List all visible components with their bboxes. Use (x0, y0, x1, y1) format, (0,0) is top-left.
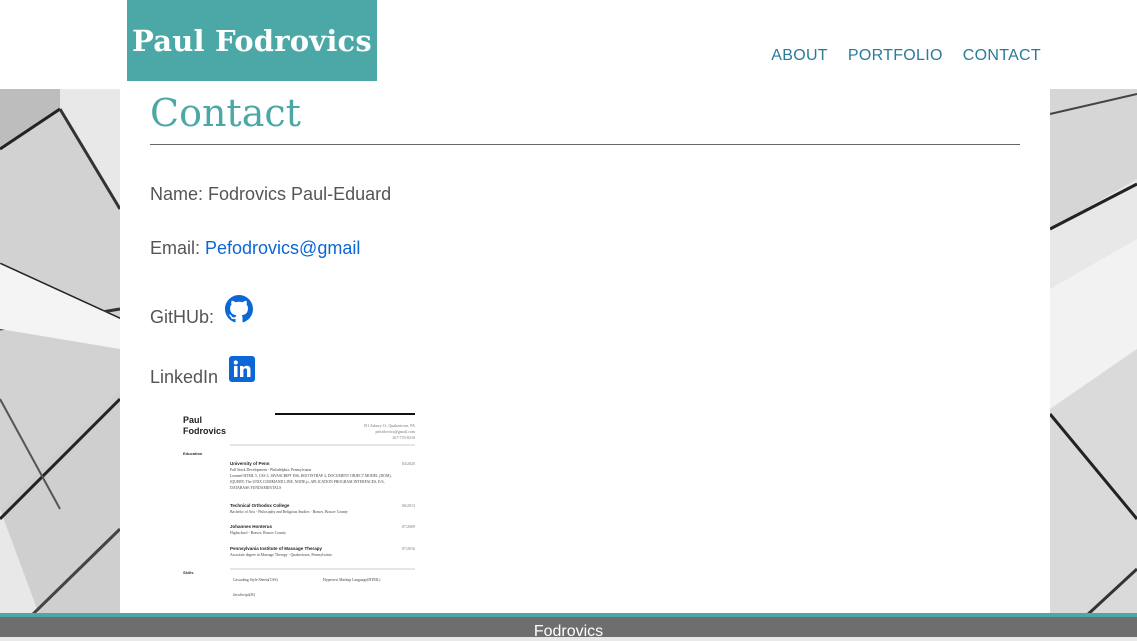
resume-skills-label: Skills (183, 570, 194, 575)
resume-date: 06/2013 (402, 503, 415, 508)
resume-skill: Hypertext Markup Language(HTML) (323, 578, 381, 582)
site-logo[interactable]: Paul Fodrovics (127, 0, 377, 81)
resume-date: 04/2020 (402, 461, 415, 466)
resume-name-last: Fodrovics (183, 426, 226, 436)
name-value: Fodrovics Paul-Eduard (208, 184, 392, 204)
resume-date: 07/2016 (402, 546, 415, 551)
linkedin-label: LinkedIn (150, 367, 219, 387)
linkedin-row: LinkedIn (150, 349, 256, 388)
resume-skill: JavaScript(JS) (233, 593, 256, 597)
page-title: Contact (150, 91, 301, 135)
email-link[interactable]: Pefodrovics@gmail (205, 238, 360, 259)
site-header: Paul Fodrovics ABOUT PORTFOLIO CONTACT (0, 0, 1137, 89)
resume-school: Pennsylvania Institute of Massage Therap… (230, 546, 323, 551)
github-label: GitHUb: (150, 307, 215, 327)
nav-contact[interactable]: CONTACT (963, 47, 1041, 65)
nav-portfolio[interactable]: PORTFOLIO (848, 47, 943, 65)
brand-name: Paul Fodrovics (132, 23, 372, 58)
resume-email: pefodrovics@gmail.com (375, 429, 415, 434)
resume-education-label: Education (183, 451, 203, 456)
github-row: GitHUb: (150, 289, 254, 328)
linkedin-icon (229, 355, 256, 382)
github-icon (225, 294, 254, 322)
main-nav: ABOUT PORTFOLIO CONTACT (771, 47, 1041, 65)
resume-school: University of Penn (230, 461, 270, 466)
email-label: Email: (150, 238, 201, 258)
resume-name-first: Paul (183, 415, 202, 425)
github-link[interactable] (225, 294, 254, 323)
resume-school: Johannes Honterus (230, 524, 273, 529)
site-footer: Fodrovics (0, 613, 1137, 640)
name-label: Name: (150, 184, 204, 204)
resume-phone: 267-733-8210 (392, 435, 415, 440)
content-panel: Contact Name: Fodrovics Paul-Eduard Emai… (120, 89, 1050, 613)
footer-text: Fodrovics (533, 623, 604, 640)
resume-date: 07/2009 (402, 524, 415, 529)
resume-thumbnail[interactable]: Paul Fodrovics 191 Asbury Ct, Quakertown… (175, 407, 425, 607)
resume-school: Technical Orthodox College (230, 503, 290, 508)
email-row: Email: Pefodrovics@gmail (150, 238, 360, 259)
linkedin-link[interactable] (229, 355, 256, 382)
resume-desc: DATABASE FUNDAMENTALS (230, 486, 281, 490)
name-row: Name: Fodrovics Paul-Eduard (150, 184, 391, 205)
resume-skill: Cascading Style Sheets(CSS) (233, 578, 278, 582)
nav-about[interactable]: ABOUT (771, 47, 828, 65)
title-divider (150, 144, 1020, 145)
